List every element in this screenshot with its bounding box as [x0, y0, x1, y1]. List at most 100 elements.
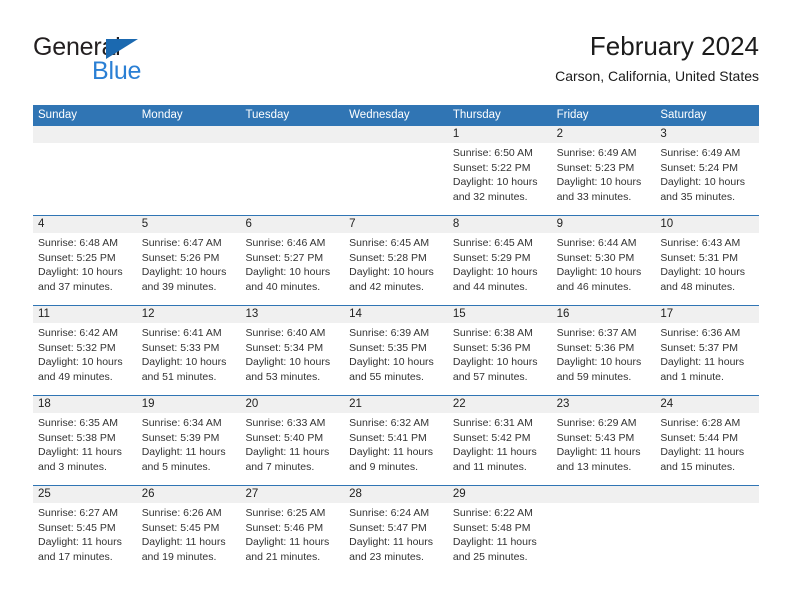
day-number[interactable]: 28: [344, 486, 448, 503]
day-cell[interactable]: Sunrise: 6:26 AM Sunset: 5:45 PM Daylight:…: [137, 503, 241, 575]
calendar-week-row: 25 26 27 28 29 Sunrise: 6:27 AM Sunset: 5:45 P…: [33, 485, 759, 575]
day-number[interactable]: 5: [137, 216, 241, 233]
day-detail-line: Sunset: 5:24 PM: [660, 161, 738, 174]
day-cell[interactable]: Sunrise: 6:49 AM Sunset: 5:23 PM Daylight:…: [552, 143, 656, 215]
day-cell[interactable]: Sunrise: 6:39 AM Sunset: 5:35 PM Daylight:…: [344, 323, 448, 395]
day-cell[interactable]: Sunrise: 6:45 AM Sunset: 5:29 PM Daylight:…: [448, 233, 552, 305]
day-number[interactable]: 21: [344, 396, 448, 413]
day-detail-line: Daylight: 10 hours: [349, 356, 434, 369]
day-detail-line: Sunset: 5:23 PM: [556, 161, 635, 174]
day-cell[interactable]: Sunrise: 6:42 AM Sunset: 5:32 PM Daylight:…: [33, 323, 137, 395]
day-detail-line: Sunset: 5:28 PM: [349, 251, 427, 264]
day-cell[interactable]: Sunrise: 6:28 AM Sunset: 5:44 PM Daylight:…: [655, 413, 759, 485]
day-detail-line: Sunrise: 6:49 AM: [556, 147, 637, 159]
day-number[interactable]: 10: [655, 216, 759, 233]
day-number[interactable]: 6: [240, 216, 344, 233]
day-detail-line: Daylight: 10 hours: [141, 356, 227, 369]
day-cell[interactable]: Sunrise: 6:45 AM Sunset: 5:28 PM Daylight:…: [344, 233, 448, 305]
day-detail-line: Daylight: 10 hours: [245, 266, 331, 279]
day-number-band: 18 19 20 21 22 23 24: [33, 395, 759, 413]
day-detail-line: and 23 minutes.: [349, 550, 424, 563]
day-number-empty: [655, 486, 759, 503]
day-detail-line: Sunrise: 6:44 AM: [556, 237, 637, 249]
day-detail-line: Daylight: 11 hours: [245, 536, 330, 549]
day-detail-line: and 44 minutes.: [452, 280, 528, 293]
day-detail-line: Daylight: 10 hours: [660, 176, 745, 189]
day-number[interactable]: 16: [552, 306, 656, 323]
day-number-band: 123: [33, 126, 759, 143]
day-cell[interactable]: Sunrise: 6:32 AM Sunset: 5:41 PM Daylight:…: [344, 413, 448, 485]
day-number[interactable]: 7: [344, 216, 448, 233]
day-cell[interactable]: Sunrise: 6:41 AM Sunset: 5:33 PM Daylight:…: [137, 323, 241, 395]
day-number[interactable]: 13: [240, 306, 344, 323]
day-cell[interactable]: Sunrise: 6:44 AM Sunset: 5:30 PM Daylight:…: [552, 233, 656, 305]
day-detail-line: and 59 minutes.: [556, 370, 632, 383]
day-number[interactable]: 4: [33, 216, 137, 233]
day-cell[interactable]: Sunrise: 6:29 AM Sunset: 5:43 PM Daylight:…: [552, 413, 656, 485]
day-cell[interactable]: Sunrise: 6:40 AM Sunset: 5:34 PM Daylight:…: [240, 323, 344, 395]
day-number[interactable]: 29: [448, 486, 552, 503]
day-cell[interactable]: Sunrise: 6:33 AM Sunset: 5:40 PM Daylight:…: [240, 413, 344, 485]
day-detail-line: Sunrise: 6:42 AM: [38, 327, 118, 339]
day-detail-line: Sunset: 5:43 PM: [556, 431, 635, 444]
day-detail-line: and 15 minutes.: [660, 460, 736, 473]
day-cell[interactable]: Sunrise: 6:48 AM Sunset: 5:25 PM Daylight:…: [33, 233, 137, 305]
day-number[interactable]: 26: [137, 486, 241, 503]
day-cell[interactable]: Sunrise: 6:24 AM Sunset: 5:47 PM Daylight:…: [344, 503, 448, 575]
day-number[interactable]: 8: [448, 216, 552, 233]
day-cell[interactable]: Sunrise: 6:31 AM Sunset: 5:42 PM Daylight:…: [448, 413, 552, 485]
day-number[interactable]: 23: [552, 396, 656, 413]
day-cell[interactable]: Sunrise: 6:47 AM Sunset: 5:26 PM Daylight:…: [137, 233, 241, 305]
page-title: February 2024: [589, 31, 759, 61]
day-number[interactable]: 25: [33, 486, 137, 503]
day-number[interactable]: 1: [448, 126, 552, 143]
day-number[interactable]: 24: [655, 396, 759, 413]
day-number[interactable]: 27: [240, 486, 344, 503]
day-cell[interactable]: Sunrise: 6:38 AM Sunset: 5:36 PM Daylight:…: [448, 323, 552, 395]
day-cell[interactable]: Sunrise: 6:34 AM Sunset: 5:39 PM Daylight:…: [137, 413, 241, 485]
day-detail-line: Sunrise: 6:26 AM: [141, 507, 222, 519]
day-cell[interactable]: Sunrise: 6:27 AM Sunset: 5:45 PM Daylight:…: [33, 503, 137, 575]
day-detail-line: Sunrise: 6:39 AM: [349, 327, 430, 339]
day-detail-line: Sunset: 5:26 PM: [141, 251, 220, 264]
day-cell-empty: [344, 143, 448, 215]
day-cell[interactable]: Sunrise: 6:25 AM Sunset: 5:46 PM Daylight:…: [240, 503, 344, 575]
day-detail-line: and 51 minutes.: [141, 370, 217, 383]
day-detail-line: Sunrise: 6:29 AM: [556, 417, 637, 429]
day-cell[interactable]: Sunrise: 6:37 AM Sunset: 5:36 PM Daylight:…: [552, 323, 656, 395]
weekday-header-friday: Friday: [556, 109, 589, 121]
day-detail-line: and 7 minutes.: [245, 460, 315, 473]
day-number[interactable]: 18: [33, 396, 137, 413]
day-detail-line: Daylight: 11 hours: [452, 446, 537, 459]
calendar-week-row: 11 12 13 14 15 16 17 Sunrise: 6:42 AM Sunset: 5:…: [33, 305, 759, 395]
day-number[interactable]: 3: [655, 126, 759, 143]
day-detail-line: Sunset: 5:35 PM: [349, 341, 427, 354]
day-cell[interactable]: Sunrise: 6:50 AM Sunset: 5:22 PM Daylight:…: [448, 143, 552, 215]
day-number[interactable]: 12: [137, 306, 241, 323]
day-detail-line: Sunset: 5:38 PM: [38, 431, 116, 444]
day-number[interactable]: 20: [240, 396, 344, 413]
day-number[interactable]: 9: [552, 216, 656, 233]
day-number[interactable]: 11: [33, 306, 137, 323]
day-cell[interactable]: Sunrise: 6:43 AM Sunset: 5:31 PM Daylight:…: [655, 233, 759, 305]
day-number[interactable]: 17: [655, 306, 759, 323]
day-number[interactable]: 15: [448, 306, 552, 323]
day-number[interactable]: 2: [552, 126, 656, 143]
day-cell[interactable]: Sunrise: 6:36 AM Sunset: 5:37 PM Daylight:…: [655, 323, 759, 395]
day-detail-line: Sunset: 5:36 PM: [452, 341, 531, 354]
day-detail-line: and 19 minutes.: [141, 550, 217, 563]
day-number-empty: [240, 126, 344, 143]
day-cell[interactable]: Sunrise: 6:46 AM Sunset: 5:27 PM Daylight:…: [240, 233, 344, 305]
day-cell[interactable]: Sunrise: 6:22 AM Sunset: 5:48 PM Daylight:…: [448, 503, 552, 575]
day-detail-line: Daylight: 11 hours: [38, 536, 122, 549]
day-detail-line: Daylight: 11 hours: [38, 446, 122, 459]
day-detail-line: Sunrise: 6:37 AM: [556, 327, 637, 339]
day-number[interactable]: 22: [448, 396, 552, 413]
day-number[interactable]: 19: [137, 396, 241, 413]
day-number[interactable]: 14: [344, 306, 448, 323]
weekday-header-monday: Monday: [141, 109, 183, 121]
day-detail-line: Sunrise: 6:40 AM: [245, 327, 326, 339]
day-cell-empty: [137, 143, 241, 215]
day-cell[interactable]: Sunrise: 6:49 AM Sunset: 5:24 PM Daylight:…: [655, 143, 759, 215]
day-cell[interactable]: Sunrise: 6:35 AM Sunset: 5:38 PM Daylight:…: [33, 413, 137, 485]
